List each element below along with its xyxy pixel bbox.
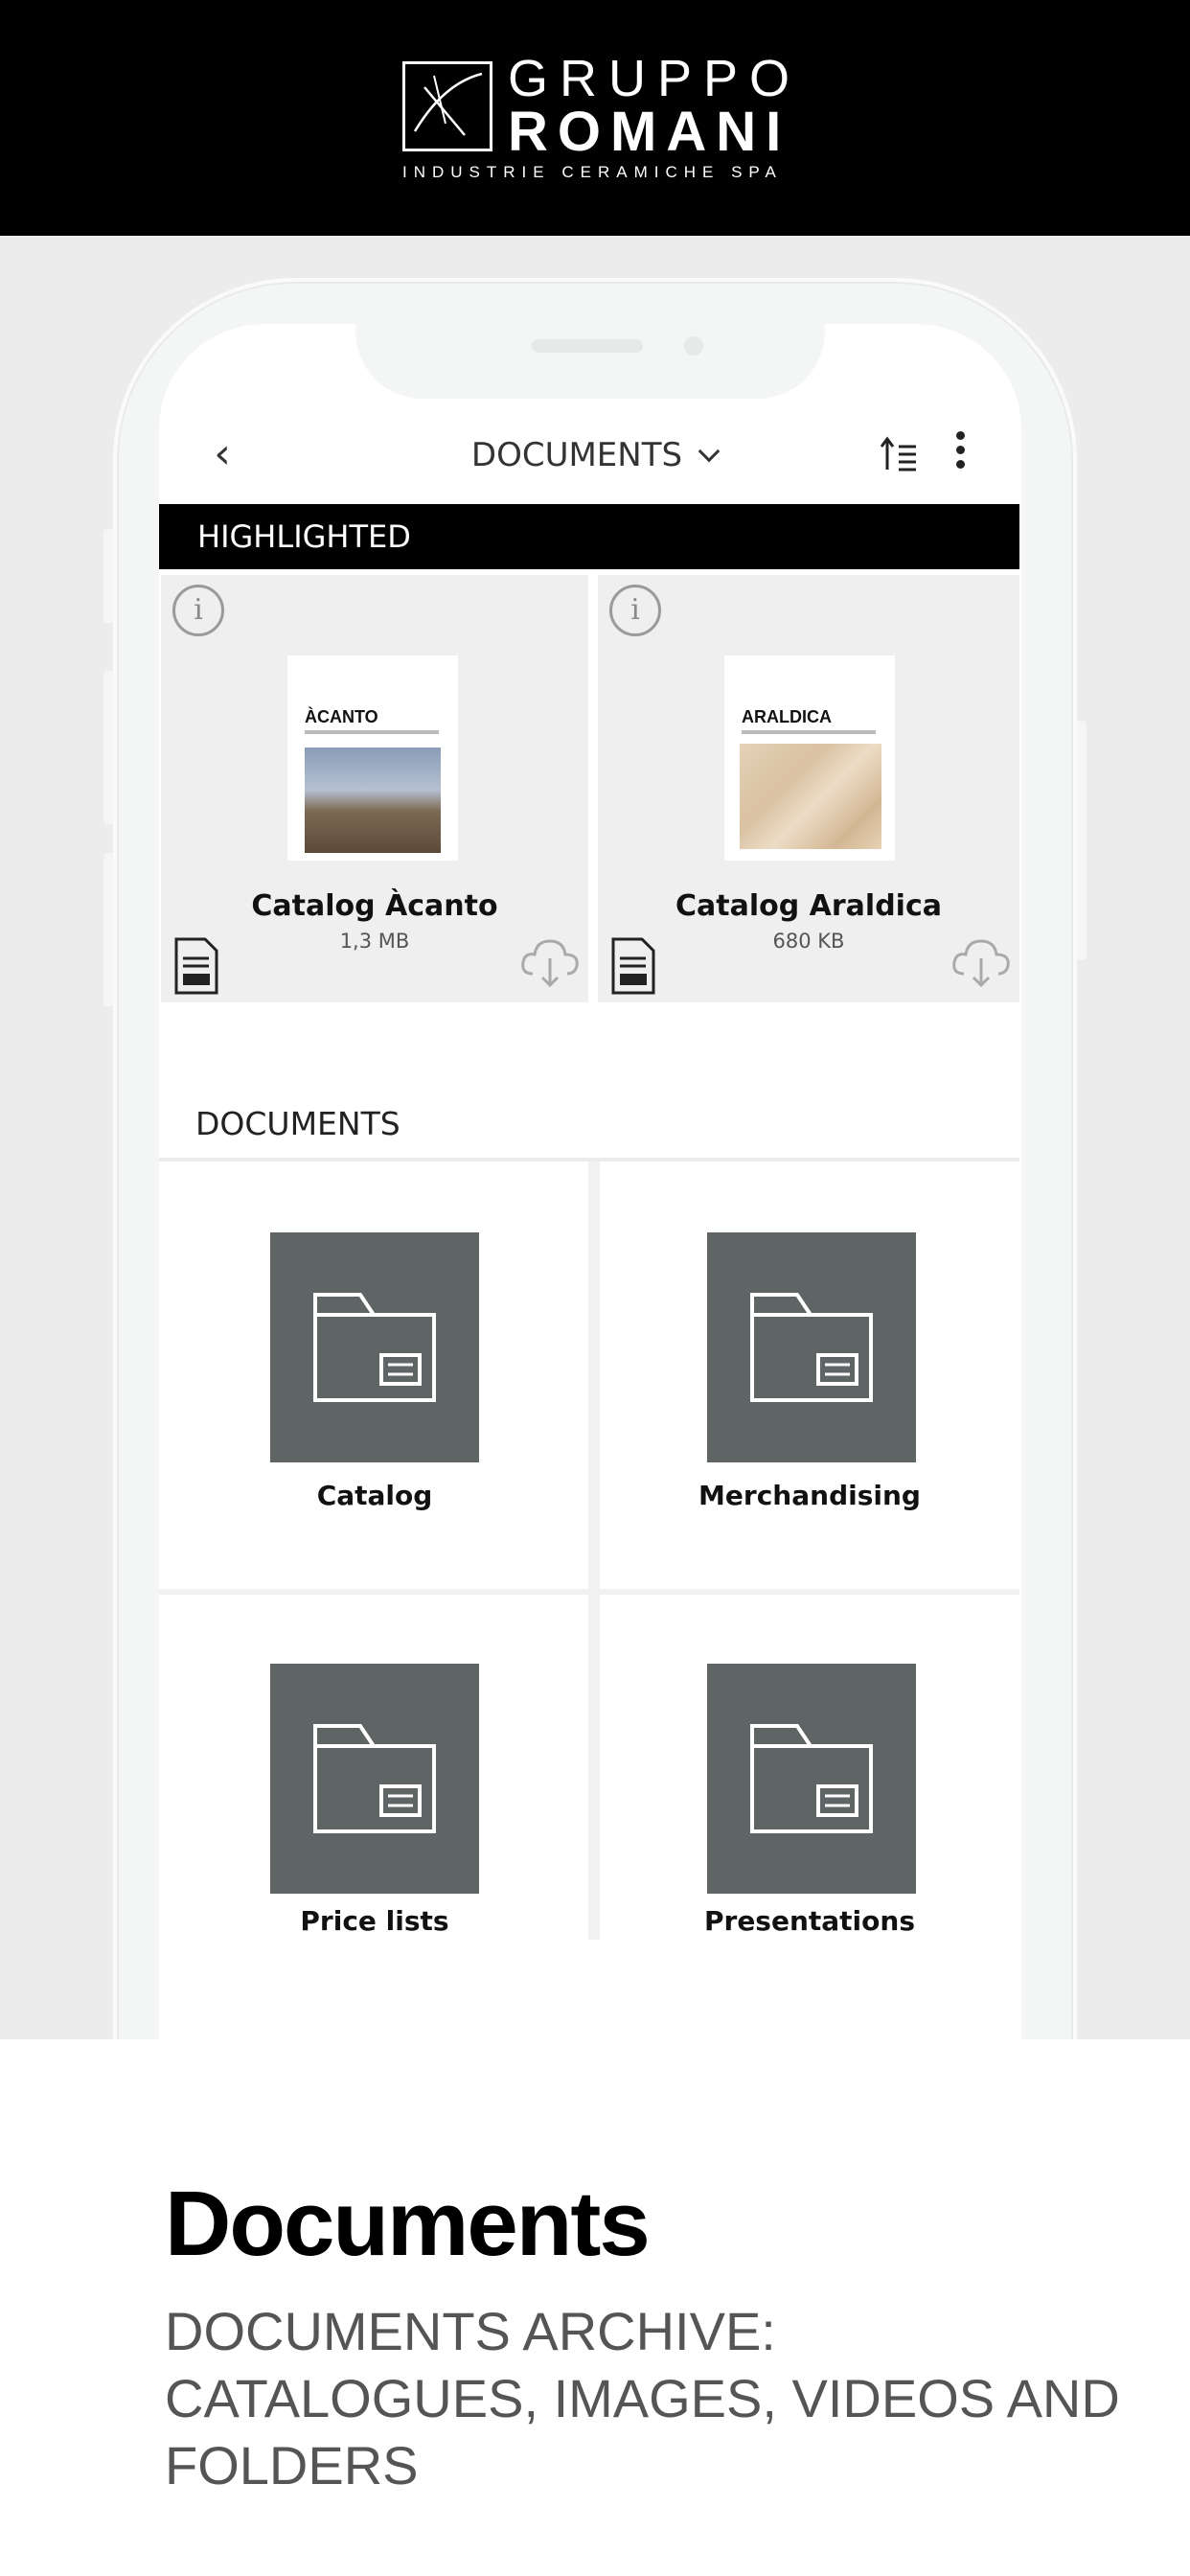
folder-merchandising[interactable]: Merchandising [600, 1163, 1019, 1589]
logo-text-romani: ROMANI [508, 101, 791, 163]
folder-icon [707, 1232, 916, 1462]
highlighted-label: HIGHLIGHTED [197, 518, 411, 555]
logo-mark-icon [402, 61, 492, 151]
folder-name: Price lists [300, 1905, 449, 1937]
info-icon[interactable]: i [172, 585, 224, 636]
feature-caption: Documents DOCUMENTS ARCHIVE: CATALOGUES,… [0, 2039, 1190, 2576]
phone-camera [684, 336, 703, 356]
chevron-down-icon [698, 440, 721, 463]
catalog-name: Catalog Araldica [675, 889, 942, 923]
folder-name: Merchandising [698, 1480, 921, 1511]
caption-title: Documents [165, 2173, 651, 2275]
folder-presentations[interactable]: Presentations [600, 1595, 1019, 1940]
phone-speaker [532, 339, 643, 353]
cover-subtitle-line [742, 730, 876, 734]
catalog-cover-acanto: ÀCANTO [287, 656, 458, 861]
logo-text-gruppo: GRUPPO [508, 50, 802, 107]
brand-header: GRUPPO ROMANI INDUSTRIE CERAMICHE SPA [0, 0, 1190, 236]
cover-subtitle-line [305, 730, 439, 734]
sort-icon[interactable] [880, 433, 918, 475]
highlighted-card-araldica[interactable]: i ARALDICA Catalog Araldica 680 KB [598, 575, 1019, 1002]
highlighted-card-acanto[interactable]: i ÀCANTO Catalog Àcanto 1,3 MB [161, 575, 588, 1002]
folder-icon [270, 1232, 479, 1462]
folder-icon [707, 1664, 916, 1894]
folder-price-lists[interactable]: Price lists [161, 1595, 588, 1940]
caption-subtitle: DOCUMENTS ARCHIVE: CATALOGUES, IMAGES, V… [165, 2301, 1120, 2496]
documents-dropdown[interactable]: DOCUMENTS [450, 431, 738, 479]
info-icon[interactable]: i [609, 585, 661, 636]
cover-title: ÀCANTO [305, 707, 378, 726]
folder-name: Catalog [316, 1480, 433, 1511]
cover-title: ARALDICA [742, 707, 832, 726]
grid-divider-vertical [588, 1162, 600, 1940]
folder-name: Presentations [703, 1905, 915, 1937]
highlighted-header: HIGHLIGHTED [159, 504, 1019, 569]
catalog-name: Catalog Àcanto [251, 889, 498, 923]
folder-catalog[interactable]: Catalog [161, 1163, 588, 1589]
cloud-download-icon[interactable] [950, 937, 1012, 989]
folder-icon [270, 1664, 479, 1894]
more-vertical-icon[interactable] [950, 431, 970, 479]
cloud-download-icon[interactable] [519, 937, 581, 989]
documents-section-label: DOCUMENTS [195, 1105, 400, 1142]
chevron-left-icon[interactable]: ‹ [203, 426, 241, 483]
cover-image [305, 748, 441, 853]
cover-image [740, 744, 881, 849]
document-file-icon [611, 937, 655, 995]
logo-tagline: INDUSTRIE CERAMICHE SPA [402, 163, 783, 181]
document-file-icon [174, 937, 218, 995]
catalog-cover-araldica: ARALDICA [724, 656, 895, 861]
page-title: DOCUMENTS [470, 436, 683, 474]
phone-notch [355, 324, 825, 399]
